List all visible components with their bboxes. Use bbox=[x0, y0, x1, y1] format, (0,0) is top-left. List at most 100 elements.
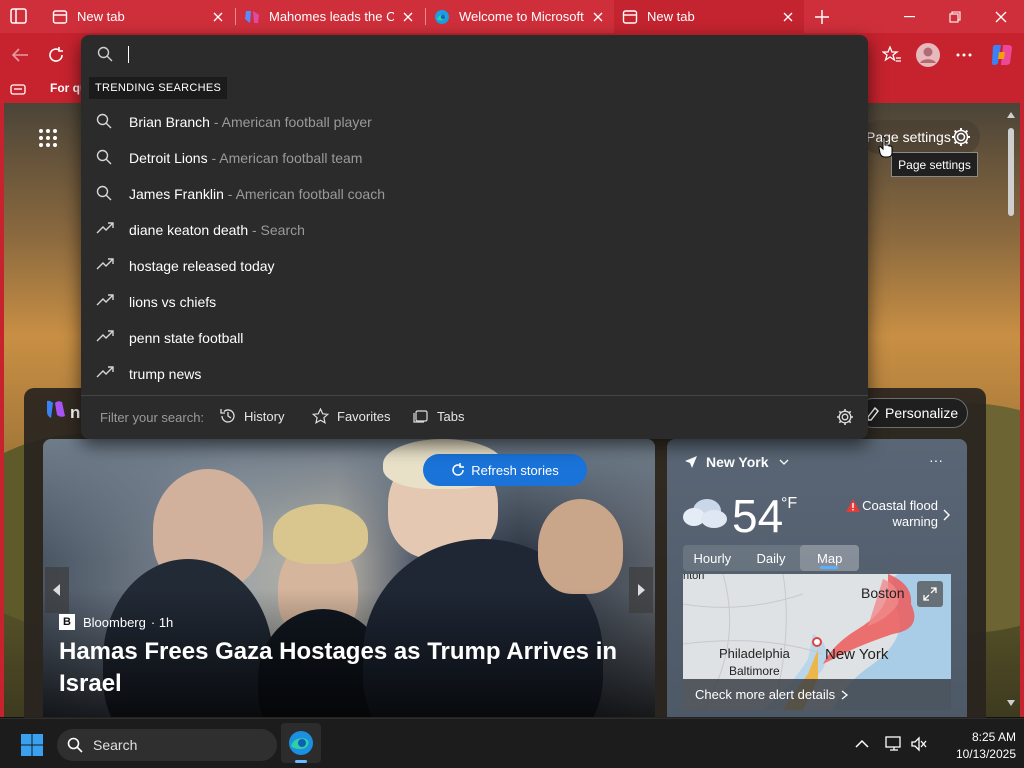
chevron-left-icon bbox=[53, 584, 60, 596]
alert-details-label: Check more alert details bbox=[695, 687, 836, 702]
more-menu-icon[interactable] bbox=[950, 41, 978, 69]
suggestion-text: Detroit Lions - American football team bbox=[129, 150, 362, 166]
trending-icon bbox=[96, 221, 114, 237]
display-icon[interactable] bbox=[885, 735, 903, 753]
filter-label: Filter your search: bbox=[100, 410, 205, 425]
tab-close-icon[interactable] bbox=[400, 9, 416, 25]
expand-map-icon[interactable] bbox=[917, 581, 943, 607]
suggestion-text: Brian Branch - American football player bbox=[129, 114, 372, 130]
suggestion-description: - American football team bbox=[207, 150, 363, 166]
text-caret bbox=[128, 46, 129, 63]
chevron-right-icon[interactable] bbox=[942, 508, 952, 521]
tab-title: Mahomes leads the Chie bbox=[269, 9, 394, 24]
map-label-top: nton bbox=[683, 574, 705, 582]
suggestion-query: lions vs chiefs bbox=[129, 294, 217, 310]
weather-alert[interactable]: Coastal flood warning bbox=[846, 498, 938, 530]
clock-date: 10/13/2025 bbox=[955, 747, 1016, 761]
volume-muted-icon[interactable] bbox=[910, 735, 928, 753]
filter-favorites-button[interactable]: Favorites bbox=[312, 408, 390, 424]
search-icon bbox=[97, 46, 113, 62]
map-label-baltimore: Baltimore bbox=[729, 664, 780, 678]
msn-logo-icon[interactable] bbox=[45, 398, 67, 420]
tab-close-icon[interactable] bbox=[590, 9, 606, 25]
favorites-bar-folder-icon[interactable] bbox=[10, 82, 26, 101]
search-suggestion[interactable]: penn state football bbox=[81, 319, 868, 355]
trending-icon bbox=[96, 329, 114, 345]
msn-brand-text: n bbox=[70, 403, 81, 422]
weather-tab-hourly[interactable]: Hourly bbox=[683, 545, 742, 571]
taskbar-search-label: Search bbox=[93, 737, 138, 753]
search-suggestion[interactable]: James Franklin - American football coach bbox=[81, 175, 868, 211]
weather-tab-map[interactable]: Map bbox=[800, 545, 860, 571]
weather-tab-daily[interactable]: Daily bbox=[742, 545, 801, 571]
windows-taskbar: Search 8:25 AM 10/13/2025 bbox=[0, 718, 1024, 768]
tab-close-icon[interactable] bbox=[210, 9, 226, 25]
filter-tabs-button[interactable]: Tabs bbox=[413, 408, 464, 424]
clock-time: 8:25 AM bbox=[971, 730, 1016, 744]
scrollbar-thumb[interactable] bbox=[1008, 128, 1014, 216]
restore-icon[interactable] bbox=[932, 0, 978, 33]
search-suggestion[interactable]: lions vs chiefs bbox=[81, 283, 868, 319]
suggestion-text: lions vs chiefs bbox=[129, 294, 216, 310]
search-suggestion[interactable]: Brian Branch - American football player bbox=[81, 103, 868, 139]
refresh-stories-button[interactable]: Refresh stories bbox=[423, 454, 587, 486]
favorites-icon[interactable] bbox=[878, 41, 906, 69]
taskbar-search-box[interactable]: Search bbox=[57, 729, 277, 761]
chevron-down-icon bbox=[779, 459, 788, 465]
search-settings-gear-icon[interactable] bbox=[836, 408, 854, 426]
address-input[interactable] bbox=[88, 40, 858, 68]
tray-overflow-chevron-icon[interactable] bbox=[853, 735, 871, 753]
search-filter-bar: Filter your search: History Favorites Ta… bbox=[81, 400, 868, 434]
tab-mahomes[interactable]: Mahomes leads the Chie bbox=[236, 0, 424, 33]
window-border-right bbox=[1020, 103, 1024, 717]
apps-grid-icon[interactable] bbox=[38, 128, 58, 148]
tab-new-tab-1[interactable]: New tab bbox=[44, 0, 234, 33]
refresh-icon[interactable] bbox=[42, 41, 70, 69]
edge-icon bbox=[289, 731, 313, 755]
weather-tabs: Hourly Daily Map bbox=[683, 545, 860, 571]
suggestion-description: - American football player bbox=[209, 114, 372, 130]
personalize-button[interactable]: Personalize bbox=[858, 398, 968, 428]
taskbar-clock[interactable]: 8:25 AM 10/13/2025 bbox=[936, 729, 1016, 763]
tab-title: New tab bbox=[647, 9, 695, 24]
windows-start-icon[interactable] bbox=[21, 734, 43, 756]
page-scrollbar[interactable] bbox=[1006, 108, 1016, 712]
check-alert-details-link[interactable]: Check more alert details bbox=[683, 679, 951, 710]
story-headline[interactable]: Hamas Frees Gaza Hostages as Trump Arriv… bbox=[59, 636, 639, 700]
search-suggestion[interactable]: Detroit Lions - American football team bbox=[81, 139, 868, 175]
tab-actions-icon[interactable] bbox=[8, 7, 30, 25]
newtab-favicon-icon bbox=[622, 9, 638, 25]
trending-searches-label: TRENDING SEARCHES bbox=[89, 77, 228, 99]
filter-history-button[interactable]: History bbox=[220, 408, 284, 424]
suggestion-description: - Search bbox=[248, 222, 305, 238]
hero-next-button[interactable] bbox=[629, 567, 653, 613]
filter-history-label: History bbox=[244, 408, 285, 424]
tab-welcome-edge[interactable]: Welcome to Microsoft E bbox=[426, 0, 614, 33]
back-icon[interactable] bbox=[6, 41, 34, 69]
search-suggestion[interactable]: trump news bbox=[81, 355, 868, 391]
copilot-icon[interactable] bbox=[988, 41, 1016, 69]
search-suggestion[interactable]: hostage released today bbox=[81, 247, 868, 283]
tab-close-icon[interactable] bbox=[780, 9, 796, 25]
tab-new-tab-active[interactable]: New tab bbox=[614, 0, 804, 33]
search-icon bbox=[96, 113, 114, 129]
hero-prev-button[interactable] bbox=[45, 567, 69, 613]
minimize-icon[interactable] bbox=[886, 0, 932, 33]
trending-icon bbox=[96, 293, 114, 309]
taskbar-edge-button[interactable] bbox=[281, 723, 321, 763]
trending-icon bbox=[96, 257, 114, 273]
new-tab-button[interactable] bbox=[808, 0, 836, 33]
tab-title: New tab bbox=[77, 9, 125, 24]
tab-title: Welcome to Microsoft E bbox=[459, 9, 584, 24]
weather-more-button[interactable]: ··· bbox=[929, 452, 943, 468]
search-icon bbox=[67, 737, 83, 753]
search-suggestion[interactable]: diane keaton death - Search bbox=[81, 211, 868, 247]
pencil-icon bbox=[867, 407, 879, 421]
hero-photo-person bbox=[538, 499, 623, 594]
story-source[interactable]: B Bloomberg · 1h bbox=[59, 614, 173, 630]
profile-avatar-icon[interactable] bbox=[914, 41, 942, 69]
weather-location-button[interactable]: New York bbox=[685, 454, 789, 470]
refresh-stories-label: Refresh stories bbox=[471, 462, 559, 478]
filter-favorites-label: Favorites bbox=[337, 408, 391, 424]
window-close-icon[interactable] bbox=[978, 0, 1024, 33]
